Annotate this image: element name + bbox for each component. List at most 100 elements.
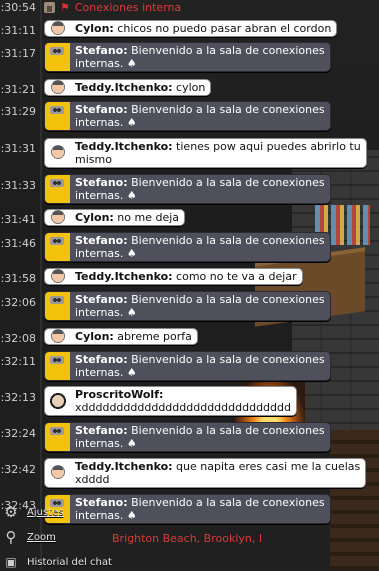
room-header[interactable]: ⚑ Conexiones interna — [44, 0, 181, 14]
chat-bubble[interactable]: Teddy.Itchenko: que napita eres casi me … — [44, 458, 367, 488]
room-name: Conexiones interna — [74, 0, 182, 14]
username[interactable]: Stefano: — [75, 103, 128, 116]
bot-avatar-icon[interactable] — [45, 102, 70, 130]
message-text-line2: internas. ♠ — [75, 57, 137, 70]
username[interactable]: Teddy.Itchenko: — [75, 270, 173, 283]
message-text-line2: internas. ♠ — [75, 437, 137, 450]
user-avatar-icon[interactable] — [46, 327, 70, 346]
message-text: que napita eres casi me la cuelas — [172, 460, 361, 473]
timestamp: :32:13 — [0, 391, 36, 404]
bot-chat-bubble[interactable]: Stefano: Bienvenido a la sala de conexio… — [44, 422, 331, 452]
history-icon: ▣ — [5, 555, 17, 569]
username[interactable]: Stefano: — [75, 234, 128, 247]
zoom-label: Zoom — [27, 531, 56, 543]
message-text: Bienvenido a la sala de conexiones — [127, 496, 325, 509]
message-text-line2: xdddd — [75, 473, 110, 486]
message-text-line2: internas. ♠ — [75, 247, 137, 260]
chat-bubble[interactable]: Cylon: no me deja — [44, 208, 186, 227]
message-text: abreme porfa — [113, 330, 192, 343]
chat-history-label: Historial del chat — [27, 556, 112, 568]
username[interactable]: ProscritoWolf: — [75, 388, 163, 401]
chat-bubble[interactable]: Teddy.Itchenko: tienes pow aqui puedes a… — [44, 138, 367, 168]
username[interactable]: Teddy.Itchenko: — [75, 460, 173, 473]
message-text-line2: internas. ♠ — [75, 189, 137, 202]
bot-chat-bubble[interactable]: Stefano: Bienvenido a la sala de conexio… — [44, 174, 331, 204]
message-text-line2: internas. ♠ — [75, 116, 137, 129]
message-text-line2: internas. ♠ — [75, 366, 137, 379]
zoom-button[interactable]: ⚲ Zoom — [0, 528, 56, 546]
username[interactable]: Stefano: — [75, 293, 128, 306]
bot-chat-bubble[interactable]: Stefano: Bienvenido a la sala de conexio… — [44, 232, 331, 262]
bot-avatar-icon[interactable] — [45, 233, 70, 261]
chat-bubble[interactable]: ProscritoWolf: xdddddddddddddddddddddddd… — [44, 386, 297, 416]
bot-avatar-icon[interactable] — [45, 292, 70, 320]
timestamp: :31:31 — [0, 142, 36, 155]
timestamp: :31:58 — [0, 272, 36, 285]
bot-avatar-icon[interactable] — [45, 43, 70, 71]
user-avatar-icon[interactable] — [46, 78, 70, 97]
message-text-line2: internas. ♠ — [75, 306, 137, 319]
chat-bubble[interactable]: Teddy.Itchenko: como no te va a dejar — [44, 267, 303, 286]
message-text: Bienvenido a la sala de conexiones — [127, 424, 325, 437]
timestamp: :32:24 — [0, 427, 36, 440]
timestamp: :31:41 — [0, 213, 36, 226]
user-avatar-icon[interactable] — [46, 144, 70, 162]
message-text: Bienvenido a la sala de conexiones — [127, 353, 325, 366]
timestamp: :31:29 — [0, 105, 36, 118]
chat-history-button[interactable]: ▣ Historial del chat — [0, 553, 112, 571]
user-avatar-icon[interactable] — [46, 208, 70, 227]
bot-chat-bubble[interactable]: Stefano: Bienvenido a la sala de conexio… — [44, 42, 331, 72]
gear-icon: ⚙ — [4, 503, 18, 521]
timestamp: :32:08 — [0, 332, 36, 345]
timestamp: :31:46 — [0, 237, 36, 250]
message-text: chicos no puedo pasar abran el cordon — [113, 22, 332, 35]
username[interactable]: Cylon: — [75, 211, 114, 224]
bot-avatar-icon[interactable] — [45, 175, 70, 203]
message-text: Bienvenido a la sala de conexiones — [127, 234, 325, 247]
username[interactable]: Cylon: — [75, 22, 114, 35]
username[interactable]: Cylon: — [75, 330, 114, 343]
timestamp: :32:11 — [0, 355, 36, 368]
home-icon — [44, 1, 55, 13]
message-text-line2: mismo — [75, 153, 112, 166]
message-text: Bienvenido a la sala de conexiones — [127, 176, 325, 189]
chat-bubble[interactable]: Cylon: abreme porfa — [44, 327, 198, 346]
magnifier-icon: ⚲ — [5, 528, 17, 546]
username[interactable]: Stefano: — [75, 424, 128, 437]
flag-icon: ⚑ — [60, 0, 70, 14]
user-avatar-icon[interactable] — [46, 392, 70, 410]
username[interactable]: Stefano: — [75, 353, 128, 366]
settings-label: Ajustes — [27, 506, 64, 518]
user-avatar-icon[interactable] — [46, 19, 70, 38]
bot-chat-bubble[interactable]: Stefano: Bienvenido a la sala de conexio… — [44, 291, 331, 321]
timestamp: :32:06 — [0, 296, 36, 309]
settings-button[interactable]: ⚙ Ajustes — [0, 503, 63, 521]
username[interactable]: Teddy.Itchenko: — [75, 81, 173, 94]
message-text: tienes pow aqui puedes abrirlo tu — [172, 140, 361, 153]
chat-bubble[interactable]: Teddy.Itchenko: cylon — [44, 78, 212, 97]
chat-controls: ⚙ Ajustes ⚲ Zoom ▣ Historial del chat — [0, 495, 140, 570]
message-text: Bienvenido a la sala de conexiones — [127, 103, 325, 116]
message-text: como no te va a dejar — [172, 270, 297, 283]
message-text: no me deja — [113, 211, 180, 224]
username[interactable]: Teddy.Itchenko: — [75, 140, 173, 153]
timeline-divider — [40, 0, 42, 570]
message-text-line2: xdddddddddddddddddddddddddddddd — [75, 401, 291, 414]
bot-chat-bubble[interactable]: Stefano: Bienvenido a la sala de conexio… — [44, 351, 331, 381]
bot-chat-bubble[interactable]: Stefano: Bienvenido a la sala de conexio… — [44, 101, 331, 131]
bot-avatar-icon[interactable] — [45, 423, 70, 451]
staircase — [330, 430, 379, 570]
user-avatar-icon[interactable] — [46, 267, 70, 286]
user-avatar-icon[interactable] — [46, 464, 70, 482]
timestamp: :31:11 — [0, 24, 36, 37]
timestamp: :31:21 — [0, 83, 36, 96]
username[interactable]: Stefano: — [75, 44, 128, 57]
username[interactable]: Stefano: — [75, 176, 128, 189]
message-text: Bienvenido a la sala de conexiones — [127, 293, 325, 306]
message-text: cylon — [172, 81, 206, 94]
timestamp: :30:54 — [0, 1, 36, 14]
bot-avatar-icon[interactable] — [45, 352, 70, 380]
timestamp: :31:33 — [0, 179, 36, 192]
timestamp: :32:42 — [0, 463, 36, 476]
chat-bubble[interactable]: Cylon: chicos no puedo pasar abran el co… — [44, 19, 338, 38]
